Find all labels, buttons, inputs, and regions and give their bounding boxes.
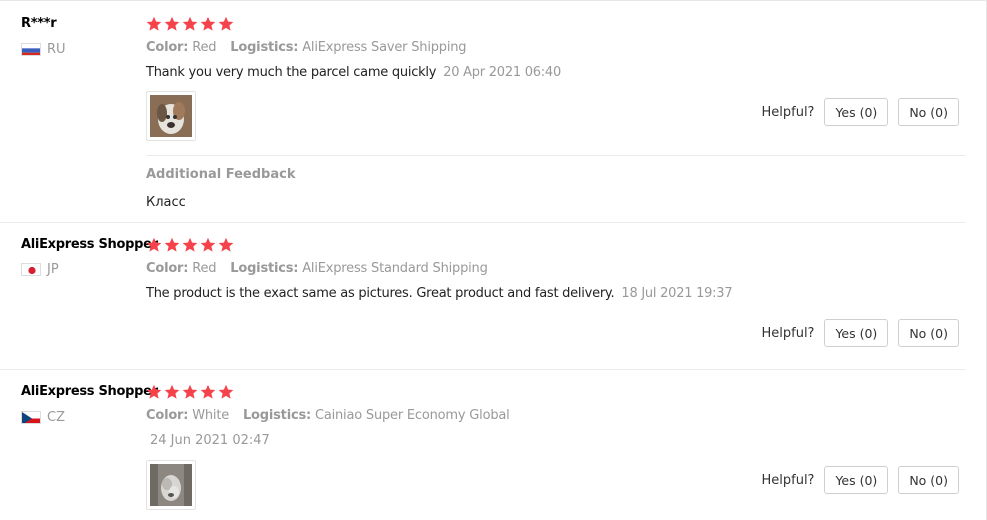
star-icon xyxy=(182,237,198,252)
logistics-label: Logistics: xyxy=(230,40,299,55)
helpful-no-button[interactable]: No (0) xyxy=(898,98,959,126)
helpful-no-button[interactable]: No (0) xyxy=(898,319,959,347)
logistics-label: Logistics: xyxy=(230,261,299,276)
review-divider xyxy=(0,369,966,370)
review-text: Thank you very much the parcel came quic… xyxy=(146,65,437,80)
czech-flag-icon xyxy=(21,411,41,424)
color-label: Color: xyxy=(146,261,189,276)
star-icon xyxy=(164,16,180,31)
logistics-label: Logistics: xyxy=(242,408,311,423)
helpful-label: Helpful? xyxy=(761,472,815,488)
reviewer-name: AliExpress Shopper xyxy=(21,237,158,252)
review-sku-info: Color: White Logistics: Cainiao Super Ec… xyxy=(146,408,510,423)
star-icon xyxy=(182,384,198,399)
color-value: Red xyxy=(192,40,217,55)
reviewer-country: JP xyxy=(21,262,59,277)
star-icon xyxy=(200,16,216,31)
country-code: RU xyxy=(47,42,66,57)
helpful-vote: Helpful? Yes (0) No (0) xyxy=(761,466,959,494)
star-icon xyxy=(164,237,180,252)
review-content: Thank you very much the parcel came quic… xyxy=(146,65,561,80)
star-icon xyxy=(146,237,162,252)
helpful-label: Helpful? xyxy=(761,325,815,341)
star-icon xyxy=(218,237,234,252)
reviewer-country: CZ xyxy=(21,410,65,425)
helpful-yes-button[interactable]: Yes (0) xyxy=(824,98,889,126)
star-icon xyxy=(218,16,234,31)
star-rating xyxy=(146,16,234,32)
star-icon xyxy=(218,384,234,399)
star-rating xyxy=(146,237,234,253)
star-icon xyxy=(200,237,216,252)
star-icon xyxy=(146,384,162,399)
logistics-value: AliExpress Standard Shipping xyxy=(302,261,488,276)
review-date: 18 Jul 2021 19:37 xyxy=(621,286,733,301)
japan-flag-icon xyxy=(21,263,41,276)
logistics-value: AliExpress Saver Shipping xyxy=(302,40,467,55)
russia-flag-icon xyxy=(21,43,41,56)
helpful-yes-button[interactable]: Yes (0) xyxy=(824,319,889,347)
divider xyxy=(146,155,966,156)
reviewer-name: AliExpress Shopper xyxy=(21,384,158,399)
country-code: JP xyxy=(47,262,59,277)
helpful-vote: Helpful? Yes (0) No (0) xyxy=(761,319,959,347)
review-photo-thumbnail[interactable] xyxy=(146,460,196,510)
review-text: The product is the exact same as picture… xyxy=(146,286,615,301)
additional-feedback-text: Класс xyxy=(146,195,186,210)
review-photo xyxy=(150,464,192,506)
review-divider xyxy=(0,222,966,223)
reviews-panel: R***r RU Color: Red Logistics: AliExpres… xyxy=(0,0,987,520)
review-date: 24 Jun 2021 02:47 xyxy=(150,433,270,448)
helpful-yes-button[interactable]: Yes (0) xyxy=(824,466,889,494)
additional-feedback-title: Additional Feedback xyxy=(146,167,296,182)
review-sku-info: Color: Red Logistics: AliExpress Standar… xyxy=(146,261,488,276)
country-code: CZ xyxy=(47,410,65,425)
review-photo-thumbnail[interactable] xyxy=(146,91,196,141)
review-content: The product is the exact same as picture… xyxy=(146,286,733,301)
reviewer-name: R***r xyxy=(21,16,57,31)
color-label: Color: xyxy=(146,40,189,55)
star-rating xyxy=(146,384,234,400)
review-date: 20 Apr 2021 06:40 xyxy=(443,65,561,80)
star-icon xyxy=(200,384,216,399)
reviewer-country: RU xyxy=(21,42,66,57)
color-value: Red xyxy=(192,261,217,276)
color-value: White xyxy=(192,408,230,423)
helpful-label: Helpful? xyxy=(761,104,815,120)
color-label: Color: xyxy=(146,408,189,423)
review-photo xyxy=(150,95,192,137)
review-sku-info: Color: Red Logistics: AliExpress Saver S… xyxy=(146,40,467,55)
helpful-vote: Helpful? Yes (0) No (0) xyxy=(761,98,959,126)
star-icon xyxy=(164,384,180,399)
star-icon xyxy=(182,16,198,31)
star-icon xyxy=(146,16,162,31)
helpful-no-button[interactable]: No (0) xyxy=(898,466,959,494)
logistics-value: Cainiao Super Economy Global xyxy=(314,408,510,423)
